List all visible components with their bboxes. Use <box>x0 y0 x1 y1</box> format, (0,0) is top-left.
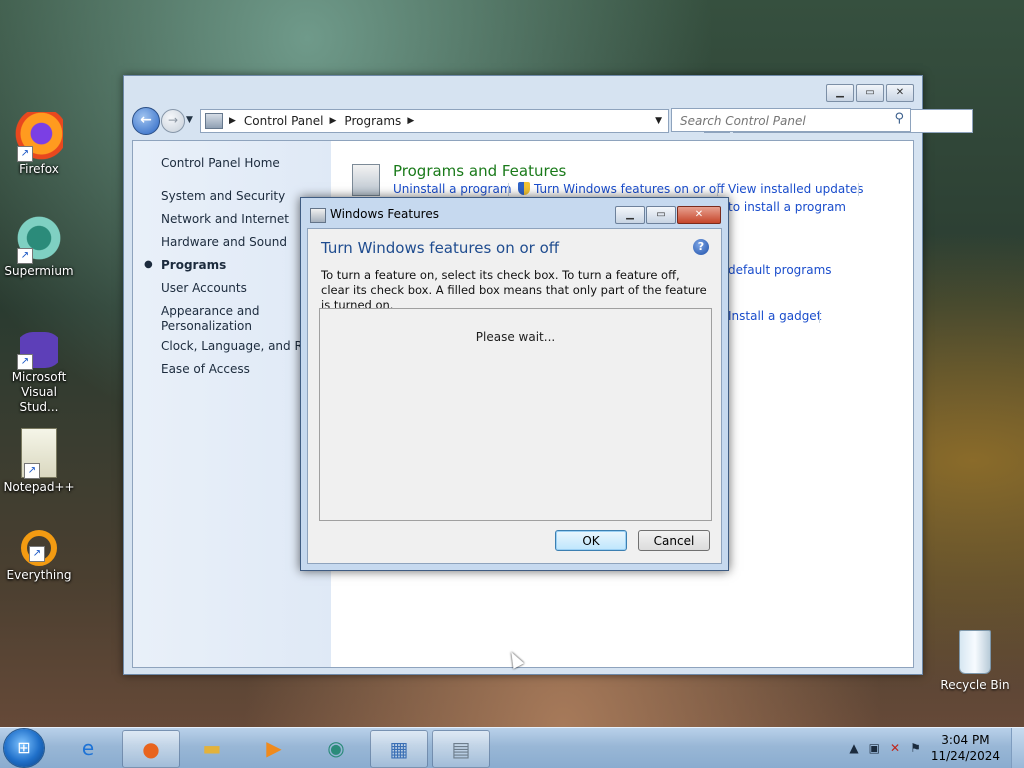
desktop-icon-everything[interactable]: ↗ Everything <box>0 530 78 583</box>
loading-status: Please wait... <box>475 330 556 344</box>
nav-programs[interactable]: Programs <box>161 258 226 272</box>
help-icon[interactable]: ? <box>693 239 709 255</box>
search-control-panel[interactable]: ⚲ <box>671 108 911 132</box>
firefox-icon: ↗ <box>15 112 63 162</box>
back-button[interactable]: ← <box>132 107 160 135</box>
clock[interactable]: 3:04 PM 11/24/2024 <box>931 732 1000 764</box>
programs-and-features-icon <box>352 164 380 196</box>
link-separator <box>508 183 509 196</box>
link-turn-features-on-off[interactable]: Turn Windows features on or off <box>518 182 725 196</box>
desktop-icon-label: Notepad++ <box>3 480 75 494</box>
active-bullet-icon: ● <box>144 259 153 270</box>
dialog-close-button[interactable]: ✕ <box>677 206 721 224</box>
start-button[interactable]: ⊞ <box>4 729 44 767</box>
chevron-right-icon[interactable]: ▶ <box>229 116 236 126</box>
desktop-icon-label: Supermium <box>4 264 74 278</box>
address-dropdown[interactable]: ▼ <box>655 116 662 126</box>
link-default-programs[interactable]: default programs <box>728 263 832 277</box>
cancel-button[interactable]: Cancel <box>638 530 710 551</box>
chevron-right-icon[interactable]: ▶ <box>330 116 337 126</box>
desktop-icon-label: Microsoft Visual Stud... <box>11 370 67 414</box>
search-input[interactable] <box>678 111 882 131</box>
media-player-icon[interactable]: ▶ <box>246 730 302 766</box>
recent-pages-dropdown[interactable]: ▼ <box>186 115 193 125</box>
show-desktop-button[interactable] <box>1011 728 1024 768</box>
control-panel-icon[interactable]: ▦ <box>370 730 428 768</box>
dialog-caption[interactable]: Windows Features ▁ ▭ ✕ <box>301 198 728 228</box>
network-icon[interactable]: ▣ <box>869 741 880 755</box>
visual-studio-icon: ↗ <box>15 332 63 370</box>
dialog-minimize-button[interactable]: ▁ <box>615 206 645 224</box>
recycle-bin-icon <box>959 630 991 674</box>
breadcrumb-control-panel[interactable]: Control Panel <box>244 114 324 128</box>
maximize-button[interactable]: ▭ <box>856 84 884 102</box>
dialog-maximize-button[interactable]: ▭ <box>646 206 676 224</box>
desktop-icon-firefox[interactable]: ↗ Firefox <box>0 112 78 177</box>
nav-ease-of-access[interactable]: Ease of Access <box>161 362 250 376</box>
everything-icon: ↗ <box>21 530 57 566</box>
windows-features-icon <box>310 208 326 223</box>
close-button[interactable]: ✕ <box>886 84 914 102</box>
address-bar[interactable]: ▶ Control Panel ▶ Programs ▶ ▼ <box>200 109 669 133</box>
chevron-right-icon[interactable]: ▶ <box>407 116 414 126</box>
dialog-title: Windows Features <box>330 207 439 221</box>
ok-button[interactable]: OK <box>555 530 627 551</box>
internet-explorer-icon[interactable]: e <box>60 730 116 766</box>
desktop-icon-visual-studio[interactable]: ↗ Microsoft Visual Stud... <box>0 332 78 415</box>
nav-hardware-and-sound[interactable]: Hardware and Sound <box>161 235 287 249</box>
uac-shield-icon <box>518 182 530 195</box>
dialog-description: To turn a feature on, select its check b… <box>321 268 707 312</box>
link-separator <box>819 310 820 323</box>
link-install-gadget[interactable]: Install a gadget <box>728 309 821 323</box>
action-center-flag-icon[interactable]: ⚑ <box>910 741 921 755</box>
nav-control-panel-home[interactable]: Control Panel Home <box>161 156 280 170</box>
link-separator <box>717 183 718 196</box>
taskbar: ⊞ e ● ▬ ▶ ◉ ▦ ▤ ▲ ▣ ✕ ⚑ 3:04 PM 11/24/20… <box>0 727 1024 768</box>
nav-system-and-security[interactable]: System and Security <box>161 189 285 203</box>
volume-muted-icon[interactable]: ✕ <box>890 741 900 755</box>
category-programs-and-features[interactable]: Programs and Features <box>393 162 566 180</box>
minimize-button[interactable]: ▁ <box>826 84 854 102</box>
recycle-bin-label: Recycle Bin <box>940 678 1010 692</box>
breadcrumb-programs[interactable]: Programs <box>344 114 401 128</box>
notepad-plus-plus-icon: ↗ <box>21 428 57 479</box>
dialog-heading: Turn Windows features on or off <box>321 239 560 257</box>
features-tree[interactable]: Please wait... <box>319 308 712 521</box>
nav-appearance-and-personalization[interactable]: Appearance and Personalization <box>161 304 271 334</box>
desktop-icon-recycle-bin[interactable]: Recycle Bin <box>938 630 1012 692</box>
link-view-installed-updates[interactable]: View installed updates <box>728 182 864 196</box>
link-separator <box>858 183 859 196</box>
forward-button[interactable]: → <box>161 109 185 133</box>
clock-date: 11/24/2024 <box>930 749 1000 763</box>
desktop-icon-label: Everything <box>6 568 72 582</box>
clock-time: 3:04 PM <box>941 733 990 747</box>
supermium-icon: ↗ <box>15 214 63 264</box>
supermium-icon[interactable]: ◉ <box>308 730 364 766</box>
windows-features-dialog: Windows Features ▁ ▭ ✕ Turn Windows feat… <box>300 197 729 571</box>
desktop-icon-supermium[interactable]: ↗ Supermium <box>0 214 78 279</box>
window-caption[interactable]: ▁ ▭ ✕ <box>124 76 922 102</box>
control-panel-icon <box>205 113 223 129</box>
firefox-icon[interactable]: ● <box>122 730 180 768</box>
search-icon[interactable]: ⚲ <box>894 111 904 126</box>
show-hidden-icons-icon[interactable]: ▲ <box>849 741 858 755</box>
link-install-program[interactable]: to install a program <box>728 200 846 214</box>
desktop-icon-notepad-plus-plus[interactable]: ↗ Notepad++ <box>0 428 78 495</box>
link-turn-features-label: Turn Windows features on or off <box>534 182 725 196</box>
link-uninstall-program[interactable]: Uninstall a program <box>393 182 512 196</box>
nav-user-accounts[interactable]: User Accounts <box>161 281 247 295</box>
file-explorer-icon[interactable]: ▬ <box>184 730 240 766</box>
system-tray: ▲ ▣ ✕ ⚑ 3:04 PM 11/24/2024 <box>849 728 1018 768</box>
dialog-body: Turn Windows features on or off ? To tur… <box>307 228 722 564</box>
windows-features-icon[interactable]: ▤ <box>432 730 490 768</box>
nav-network-and-internet[interactable]: Network and Internet <box>161 212 289 226</box>
desktop-icon-label: Firefox <box>19 162 59 176</box>
nav-clock-language-region[interactable]: Clock, Language, and Regi <box>161 339 321 353</box>
